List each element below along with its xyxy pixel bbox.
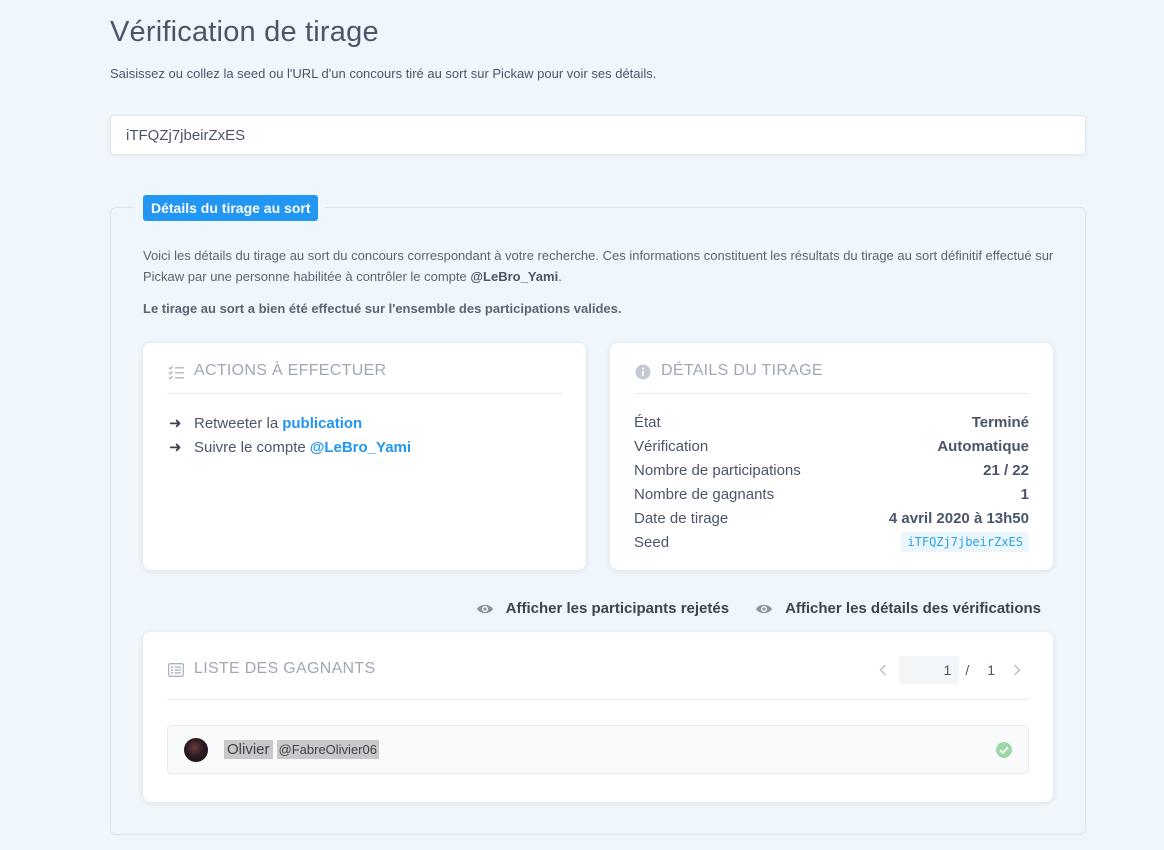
avatar — [184, 737, 208, 762]
detail-label: Vérification — [634, 437, 709, 455]
page-subtitle: Saisissez ou collez la seed ou l'URL d'u… — [110, 66, 657, 81]
eye-icon — [755, 603, 773, 615]
action-item-prefix: Retweeter la — [194, 414, 279, 432]
detail-value: 4 avril 2020 à 13h50 — [888, 509, 1029, 527]
actions-card-header: ACTIONS À EFFECTUER — [167, 359, 562, 394]
seed-search-input[interactable] — [126, 126, 1070, 144]
show-verifications-label: Afficher les détails des vérifications — [785, 600, 1041, 617]
page-title: Vérification de tirage — [110, 16, 379, 48]
intro-text-end: . — [558, 269, 562, 284]
page-number-input[interactable] — [899, 656, 960, 684]
detail-label: Date de tirage — [634, 509, 729, 527]
action-item-follow: ➜ Suivre le compte @LeBro_Yami — [169, 435, 411, 459]
page-total: 1 — [987, 662, 995, 678]
publication-link[interactable]: publication — [282, 415, 362, 432]
detail-label: Seed — [634, 533, 670, 551]
winner-handle: @FabreOlivier06 — [276, 740, 379, 759]
check-icon — [996, 741, 1012, 758]
details-badge: Détails du tirage au sort — [143, 195, 319, 221]
seed-code: iTFQZj7jbeirZxES — [901, 532, 1029, 552]
detail-row-verification: Vérification Automatique — [634, 434, 1029, 458]
detail-row-participations: Nombre de participations 21 / 22 — [634, 458, 1029, 482]
detail-label: État — [634, 413, 661, 431]
detail-row-seed: Seed iTFQZj7jbeirZxES — [634, 530, 1029, 554]
action-item-prefix: Suivre le compte — [194, 438, 306, 456]
detail-label: Nombre de participations — [634, 461, 801, 479]
draw-card-header: DÉTAILS DU TIRAGE — [634, 359, 1029, 394]
winners-card-title: LISTE DES GAGNANTS — [194, 660, 376, 677]
show-verifications-button[interactable]: Afficher les détails des vérifications — [755, 600, 1041, 617]
arrow-right-icon: ➜ — [169, 415, 182, 432]
pagination: / 1 — [871, 656, 1029, 684]
checklist-icon — [167, 363, 185, 381]
detail-row-state: État Terminé — [634, 410, 1029, 434]
draw-detail-rows: État Terminé Vérification Automatique No… — [634, 410, 1029, 554]
chevron-right-icon[interactable] — [1005, 658, 1029, 682]
info-icon — [634, 363, 652, 381]
draw-details-card: DÉTAILS DU TIRAGE État Terminé Vérificat… — [610, 343, 1053, 570]
search-box — [110, 115, 1086, 155]
chevron-left-icon[interactable] — [871, 658, 895, 682]
detail-row-winners-count: Nombre de gagnants 1 — [634, 482, 1029, 506]
winner-row[interactable]: Olivier @FabreOlivier06 — [167, 725, 1029, 774]
action-item-retweet: ➜ Retweeter la publication — [169, 411, 411, 435]
detail-row-date: Date de tirage 4 avril 2020 à 13h50 — [634, 506, 1029, 530]
detail-label: Nombre de gagnants — [634, 485, 775, 503]
draw-card-title: DÉTAILS DU TIRAGE — [661, 362, 823, 379]
action-list: ➜ Retweeter la publication ➜ Suivre le c… — [169, 411, 411, 459]
show-rejected-button[interactable]: Afficher les participants rejetés — [476, 600, 729, 617]
account-link[interactable]: @LeBro_Yami — [310, 439, 411, 456]
list-icon — [167, 661, 185, 679]
actions-card-title: ACTIONS À EFFECTUER — [194, 362, 387, 379]
detail-value: 1 — [1020, 485, 1029, 503]
detail-value: 21 / 22 — [983, 461, 1029, 479]
eye-icon — [476, 603, 494, 615]
display-toggles: Afficher les participants rejetés Affich… — [476, 600, 1041, 617]
intro-text: Voici les détails du tirage au sort du c… — [143, 245, 1058, 287]
arrow-right-icon: ➜ — [169, 439, 182, 456]
intro-text-body: Voici les détails du tirage au sort du c… — [143, 248, 1054, 284]
valid-draw-notice: Le tirage au sort a bien été effectué su… — [143, 301, 622, 316]
winner-name: Olivier — [224, 740, 273, 759]
detail-value: Automatique — [937, 437, 1029, 455]
actions-card: ACTIONS À EFFECTUER ➜ Retweeter la publi… — [143, 343, 586, 570]
intro-account: @LeBro_Yami — [470, 269, 559, 284]
detail-value: Terminé — [971, 413, 1029, 431]
page-separator: / — [965, 662, 970, 678]
winners-card: LISTE DES GAGNANTS / 1 Olivier @FabreOli… — [143, 632, 1053, 802]
show-rejected-label: Afficher les participants rejetés — [505, 600, 730, 617]
